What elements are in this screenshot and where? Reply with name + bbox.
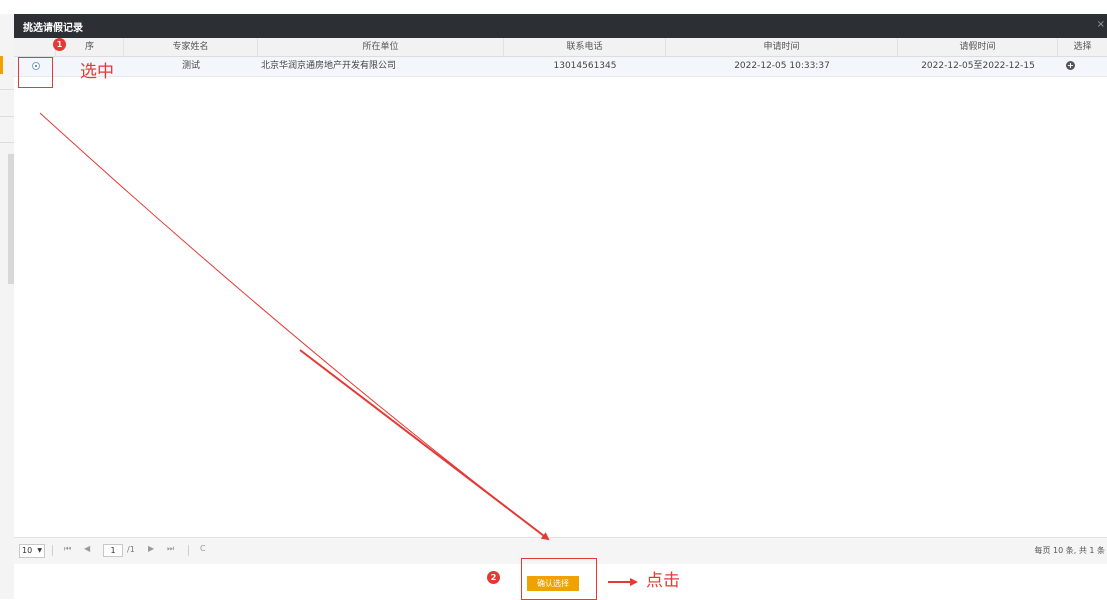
annotation-arrow-diagonal — [39, 112, 550, 541]
annotation-arrows — [39, 112, 638, 586]
annotation-arrow-diagonal-bold — [299, 349, 549, 540]
